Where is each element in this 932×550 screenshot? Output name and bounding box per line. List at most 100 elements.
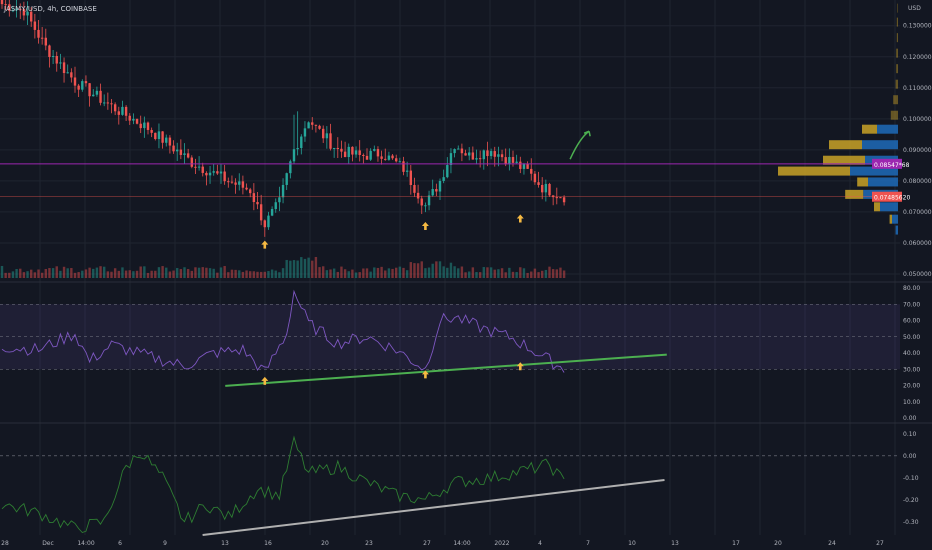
rsi-tick-label: 70.00 (903, 301, 920, 308)
candle-body (33, 21, 37, 30)
candle-body (446, 165, 449, 178)
price-tick-label: 0.10000000 (903, 116, 932, 123)
candle-body (245, 187, 248, 190)
volume-bar (201, 267, 204, 278)
volume-bar (186, 269, 190, 278)
volume-bar (537, 272, 540, 278)
volume-profile-bar-gold (845, 189, 864, 199)
candle-body (508, 157, 511, 165)
candle-body (81, 81, 84, 90)
candle-body (332, 147, 336, 149)
candle-body (343, 151, 347, 158)
candle-body (252, 193, 256, 203)
price-tick-label: 0.05000000 (903, 271, 932, 278)
candle-body (216, 171, 219, 174)
candle-body (362, 154, 365, 156)
rsi-tick-label: 80.00 (903, 285, 920, 292)
x-tick-label: 7 (586, 540, 590, 547)
candle-body (555, 197, 558, 199)
rsi-tick-label: 0.00 (903, 415, 917, 422)
volume-bar (88, 267, 91, 278)
volume-bar (176, 268, 179, 278)
volume-bar (460, 266, 464, 278)
volume-bar (311, 260, 314, 278)
candle-body (263, 220, 266, 228)
rsi-tick-label: 40.00 (903, 350, 920, 357)
candle-body (124, 106, 128, 116)
volume-profile-bar-gold (778, 166, 850, 176)
volume-bar (179, 269, 183, 278)
osc-tick-label: -0.10 (903, 475, 919, 482)
volume-bar (548, 266, 551, 278)
x-tick-label: Dec (42, 540, 54, 547)
candle-body (519, 161, 522, 169)
volume-bar (289, 260, 292, 278)
volume-bar (212, 268, 215, 278)
volume-bar (99, 266, 102, 278)
candle-body (150, 129, 153, 133)
candle-body (139, 123, 142, 129)
volume-bar (103, 266, 106, 278)
volume-bar (453, 266, 456, 278)
candle-body (544, 183, 548, 193)
volume-bar (424, 268, 427, 278)
candle-body (358, 150, 361, 155)
volume-bar (227, 272, 230, 278)
rsi-tick-label: 50.00 (903, 334, 920, 341)
candle-body (30, 11, 33, 22)
candle-body (51, 56, 55, 58)
candle-body (300, 136, 303, 149)
volume-profile-bar-gold (874, 202, 880, 212)
candle-body (208, 172, 212, 176)
volume-bar (124, 270, 128, 278)
volume-bar (340, 266, 343, 278)
volume-bar (504, 272, 507, 278)
volume-bar (508, 267, 511, 278)
candle-body (227, 181, 230, 183)
volume-bar (442, 266, 445, 278)
volume-bar (395, 267, 398, 278)
x-tick-label: 4 (538, 540, 542, 547)
volume-bar (471, 267, 475, 278)
candle-body (241, 181, 245, 188)
candle-body (405, 170, 409, 172)
candle-body (219, 171, 223, 174)
x-tick-label: 27 (423, 540, 431, 547)
volume-bar (446, 267, 449, 278)
candle-body (70, 72, 73, 78)
candle-body (135, 118, 139, 124)
volume-bar (234, 269, 237, 278)
volume-bar (358, 272, 361, 278)
volume-bar (252, 271, 256, 278)
candle-body (88, 83, 91, 97)
volume-bar (30, 269, 33, 278)
volume-bar (281, 268, 285, 278)
volume-bar (249, 271, 252, 278)
candle-body (278, 197, 281, 203)
candle-body (117, 111, 120, 115)
volume-bar (22, 272, 26, 278)
candle-body (0, 0, 4, 5)
candle-body (270, 209, 274, 216)
volume-bar (533, 268, 537, 278)
volume-bar (413, 263, 416, 278)
candle-body (311, 122, 314, 125)
candle-body (493, 151, 496, 157)
candle-body (186, 153, 190, 158)
volume-bar (449, 262, 453, 278)
price-tick-label: 0.13000000 (903, 23, 932, 30)
volume-bar (77, 272, 80, 278)
candle-body (329, 133, 332, 149)
volume-bar (435, 261, 438, 278)
candle-body (500, 154, 504, 158)
volume-bar (351, 269, 354, 278)
volume-bar (4, 272, 7, 278)
volume-bar (511, 271, 515, 278)
volume-bar (526, 272, 529, 278)
volume-bar (8, 272, 11, 278)
candle-body (562, 197, 566, 203)
volume-bar (347, 271, 350, 278)
candle-body (201, 166, 204, 173)
volume-bar (325, 270, 329, 278)
candle-body (212, 171, 215, 173)
